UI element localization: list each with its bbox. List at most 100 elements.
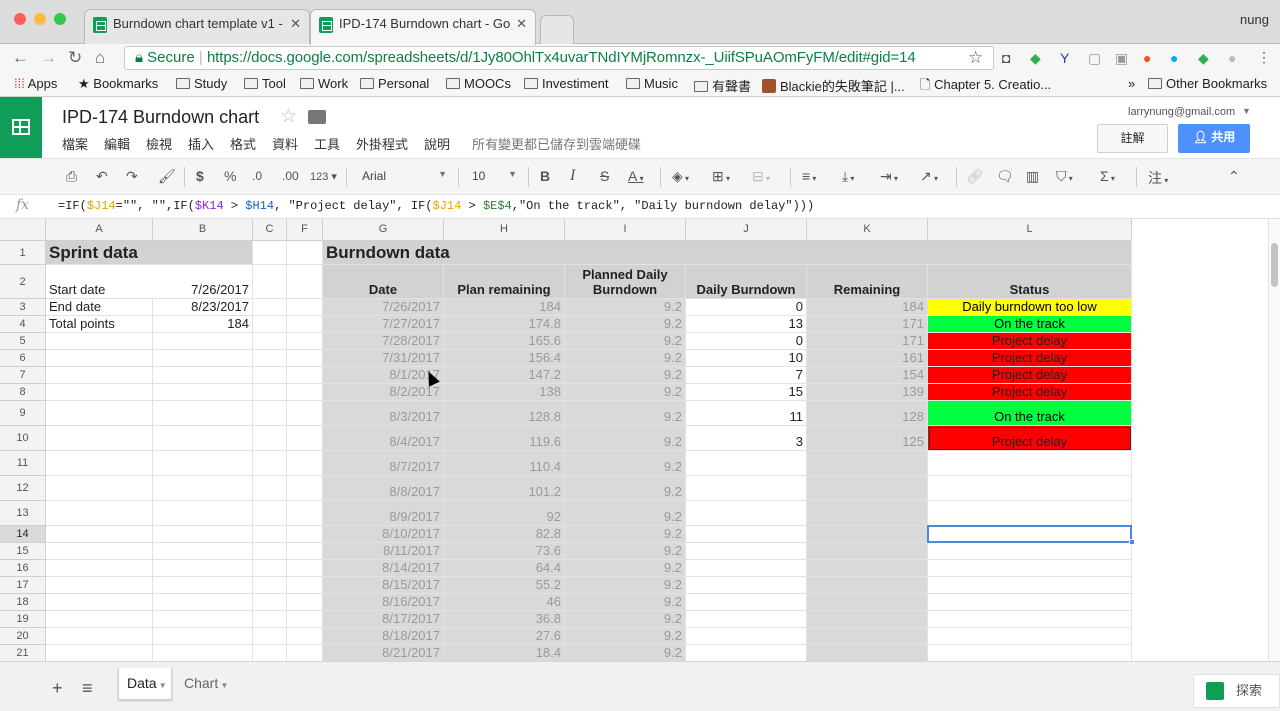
- remaining-cell[interactable]: [807, 594, 928, 611]
- row-header[interactable]: 18: [0, 594, 46, 611]
- plan-remaining-cell[interactable]: 174.8: [444, 316, 565, 333]
- daily-burndown-cell[interactable]: [686, 476, 807, 501]
- row-header[interactable]: 5: [0, 333, 46, 350]
- grid-cell[interactable]: [153, 543, 253, 560]
- other-bookmarks[interactable]: Other Bookmarks: [1148, 76, 1267, 91]
- new-tab-button[interactable]: [540, 15, 574, 45]
- scrollbar-thumb[interactable]: [1271, 243, 1278, 287]
- grid-cell[interactable]: [287, 645, 323, 661]
- planned-daily-cell[interactable]: 9.2: [565, 401, 686, 426]
- skype-icon[interactable]: ●: [1170, 50, 1178, 66]
- document-title[interactable]: IPD-174 Burndown chart: [62, 107, 259, 128]
- date-cell[interactable]: 8/10/2017: [323, 526, 444, 543]
- bookmark-folder-moocs[interactable]: MOOCs: [446, 76, 511, 91]
- grid-cell[interactable]: [46, 526, 153, 543]
- grid-cell[interactable]: [153, 560, 253, 577]
- grid-cell[interactable]: [928, 451, 1132, 476]
- column-header[interactable]: J: [686, 219, 807, 241]
- grid-cell[interactable]: [287, 476, 323, 501]
- plan-remaining-cell[interactable]: 119.6: [444, 426, 565, 451]
- daily-burndown-cell[interactable]: [686, 611, 807, 628]
- plan-remaining-cell[interactable]: 82.8: [444, 526, 565, 543]
- bookmark-folder-personal[interactable]: Personal: [360, 76, 429, 91]
- grid-cell[interactable]: [46, 451, 153, 476]
- remaining-cell[interactable]: [807, 501, 928, 526]
- grid-cell[interactable]: [928, 594, 1132, 611]
- grid-cell[interactable]: [287, 611, 323, 628]
- planned-daily-cell[interactable]: 9.2: [565, 594, 686, 611]
- menu-help[interactable]: 說明: [424, 134, 450, 153]
- grid-cell[interactable]: [928, 526, 1132, 543]
- paint-format-icon[interactable]: 🖌︎: [158, 168, 176, 185]
- planned-daily-cell[interactable]: 9.2: [565, 299, 686, 316]
- status-cell[interactable]: Daily burndown too low: [928, 299, 1132, 316]
- planned-daily-cell[interactable]: 9.2: [565, 543, 686, 560]
- planned-daily-cell[interactable]: 9.2: [565, 316, 686, 333]
- date-cell[interactable]: 7/28/2017: [323, 333, 444, 350]
- daily-burndown-cell[interactable]: [686, 501, 807, 526]
- row-header[interactable]: 6: [0, 350, 46, 367]
- plan-remaining-cell[interactable]: 46: [444, 594, 565, 611]
- daily-burndown-cell[interactable]: 7: [686, 367, 807, 384]
- date-cell[interactable]: 8/3/2017: [323, 401, 444, 426]
- menu-view[interactable]: 檢視: [146, 134, 172, 153]
- plan-remaining-cell[interactable]: 18.4: [444, 645, 565, 661]
- grid-cell[interactable]: [928, 501, 1132, 526]
- daily-burndown-cell[interactable]: [686, 628, 807, 645]
- grid-cell[interactable]: [46, 560, 153, 577]
- grid-cell[interactable]: [253, 401, 287, 426]
- grid-cell[interactable]: [253, 628, 287, 645]
- browser-tab-template[interactable]: Burndown chart template v1 - ✕: [84, 9, 310, 45]
- url-field[interactable]: 🔒︎ Secure | https://docs.google.com/spre…: [124, 46, 994, 70]
- comments-button[interactable]: 註解: [1097, 124, 1168, 153]
- menu-format[interactable]: 格式: [230, 134, 256, 153]
- extension-icon[interactable]: ▣: [1115, 50, 1128, 67]
- daily-burndown-cell[interactable]: [686, 577, 807, 594]
- merge-cells-icon[interactable]: ⊟ ▾: [752, 168, 770, 185]
- currency-format-button[interactable]: $: [196, 168, 204, 184]
- grid-cell[interactable]: [253, 577, 287, 594]
- grid-cell[interactable]: [928, 560, 1132, 577]
- daily-burndown-cell[interactable]: 3: [686, 426, 807, 451]
- planned-daily-cell[interactable]: 9.2: [565, 577, 686, 594]
- date-cell[interactable]: 8/15/2017: [323, 577, 444, 594]
- share-button[interactable]: 👤︎ 共用: [1178, 124, 1250, 153]
- grid-cell[interactable]: [928, 645, 1132, 661]
- date-cell[interactable]: 8/18/2017: [323, 628, 444, 645]
- extension-icon[interactable]: Y: [1060, 50, 1069, 66]
- account-email[interactable]: larrynung@gmail.com: [1128, 106, 1235, 118]
- grid-cell[interactable]: [46, 594, 153, 611]
- plan-remaining-cell[interactable]: 92: [444, 501, 565, 526]
- grid-cell[interactable]: [928, 476, 1132, 501]
- grid-cell[interactable]: [253, 350, 287, 367]
- fill-color-icon[interactable]: ◈ ▾: [672, 168, 689, 185]
- row-header[interactable]: 10: [0, 426, 46, 451]
- column-header[interactable]: K: [807, 219, 928, 241]
- grid-cell[interactable]: [287, 543, 323, 560]
- bookmark-blackie[interactable]: Blackie的失敗筆記 |...: [762, 76, 905, 95]
- remaining-cell[interactable]: [807, 526, 928, 543]
- insert-comment-icon[interactable]: 🗨︎: [996, 168, 1014, 185]
- align-horizontal-icon[interactable]: ≡ ▾: [802, 168, 816, 184]
- row-header[interactable]: 9: [0, 401, 46, 426]
- add-sheet-button[interactable]: +: [52, 678, 63, 699]
- remaining-cell[interactable]: 171: [807, 333, 928, 350]
- remaining-cell[interactable]: [807, 476, 928, 501]
- remaining-cell[interactable]: [807, 577, 928, 594]
- remaining-cell[interactable]: 154: [807, 367, 928, 384]
- row-header[interactable]: 19: [0, 611, 46, 628]
- column-title-cell[interactable]: Date: [323, 265, 444, 299]
- grid-cell[interactable]: [153, 350, 253, 367]
- plan-remaining-cell[interactable]: 101.2: [444, 476, 565, 501]
- remaining-cell[interactable]: [807, 611, 928, 628]
- close-window-button[interactable]: [14, 13, 26, 25]
- daily-burndown-cell[interactable]: 11: [686, 401, 807, 426]
- plan-remaining-cell[interactable]: 147.2: [444, 367, 565, 384]
- bold-button[interactable]: B: [540, 168, 550, 184]
- status-cell[interactable]: On the track: [928, 401, 1132, 426]
- grid-cell[interactable]: [153, 333, 253, 350]
- all-sheets-button[interactable]: ≡: [82, 678, 93, 699]
- pocket-icon[interactable]: ◘: [1002, 50, 1010, 66]
- remaining-cell[interactable]: [807, 645, 928, 661]
- browser-tab-burndown[interactable]: IPD-174 Burndown chart - Go ✕: [310, 9, 536, 45]
